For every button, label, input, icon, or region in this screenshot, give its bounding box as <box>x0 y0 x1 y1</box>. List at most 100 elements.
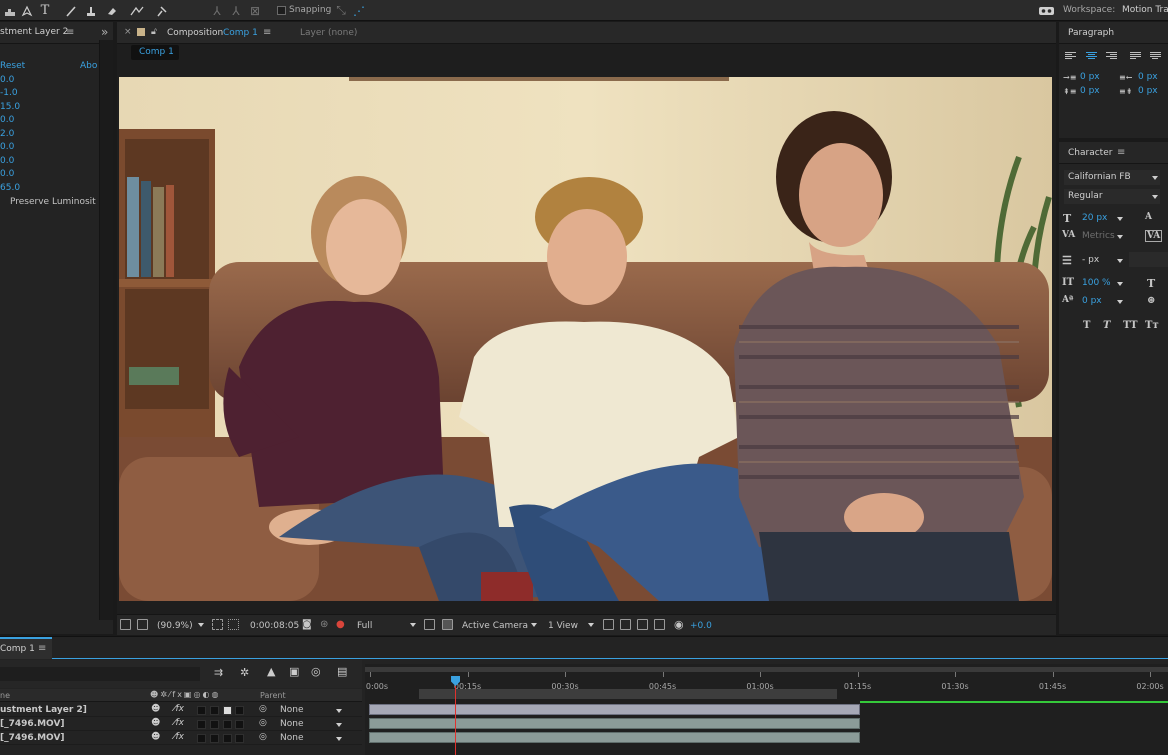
font-family-dropdown[interactable]: Californian FB <box>1064 170 1160 185</box>
align-left-icon[interactable] <box>1065 52 1076 61</box>
vertical-scale-value[interactable]: 100 % <box>1082 278 1111 288</box>
world-axis-icon[interactable]: ⅄ <box>229 2 243 19</box>
font-style-dropdown[interactable]: Regular <box>1064 189 1160 204</box>
composition-tab-name[interactable]: Comp 1 <box>223 28 258 38</box>
snap-features-icon[interactable]: ⋰ <box>352 2 366 19</box>
puppet-pin-tool-icon[interactable] <box>154 2 170 19</box>
exposure-value[interactable]: +0.0 <box>690 621 712 631</box>
clone-stamp-tool-icon[interactable] <box>83 2 99 19</box>
3d-layer-switch[interactable] <box>235 706 244 715</box>
effects-switch-icon[interactable]: ⁄fx <box>174 718 184 728</box>
snapping-checkbox[interactable] <box>277 6 286 15</box>
chevron-down-icon[interactable] <box>198 623 204 627</box>
justify-last-center-icon[interactable] <box>1150 52 1161 61</box>
effect-value[interactable]: -1.0 <box>0 88 18 98</box>
character-menu-icon[interactable]: ≡ <box>1117 147 1125 158</box>
always-preview-icon[interactable] <box>120 619 131 630</box>
align-right-icon[interactable] <box>1106 52 1117 61</box>
chevron-down-icon[interactable] <box>1117 282 1123 286</box>
draft-3d-icon[interactable]: ✲ <box>240 666 249 679</box>
baseline-shift-value[interactable]: 0 px <box>1082 296 1102 306</box>
timeline-icon[interactable] <box>637 619 648 630</box>
pick-whip-icon[interactable]: ◎ <box>259 704 267 714</box>
pick-whip-icon[interactable]: ◎ <box>259 718 267 728</box>
camera-dropdown[interactable]: Active Camera <box>462 621 528 631</box>
adjustment-layer-switch[interactable] <box>223 734 232 743</box>
preserve-luminosity-checkbox[interactable]: Preserve Luminosit <box>10 197 96 207</box>
hand-tool-icon[interactable] <box>2 2 18 19</box>
justify-last-left-icon[interactable] <box>1130 52 1141 61</box>
eraser-tool-icon[interactable] <box>104 2 120 19</box>
chevron-down-icon[interactable] <box>531 623 537 627</box>
reset-exposure-icon[interactable]: ◉ <box>674 618 684 631</box>
vr-headset-icon[interactable] <box>1037 2 1055 19</box>
playhead[interactable] <box>455 676 457 755</box>
effect-value[interactable]: 0.0 <box>0 142 14 152</box>
layer-row[interactable]: ustment Layer 2] ☻ ⁄fx ◎ None <box>0 704 362 717</box>
color-channels-icon[interactable]: ● <box>336 619 345 630</box>
about-link[interactable]: Abo <box>80 61 97 71</box>
effects-switch-icon[interactable]: ⁄fx <box>174 732 184 742</box>
stroke-style-dropdown[interactable] <box>1129 252 1168 267</box>
timeline-tab[interactable]: Comp 1 ≡ <box>0 637 52 659</box>
layer-search-input[interactable] <box>0 667 200 681</box>
motion-blur-switch[interactable] <box>210 720 219 729</box>
layer-duration-bar[interactable] <box>369 718 861 729</box>
chevron-down-icon[interactable] <box>1117 217 1123 221</box>
3d-layer-switch[interactable] <box>235 720 244 729</box>
effects-switch-icon[interactable]: ⁄fx <box>174 704 184 714</box>
paragraph-tab[interactable]: Paragraph <box>1068 28 1114 38</box>
effect-controls-tab[interactable]: stment Layer 2 <box>0 27 68 37</box>
parent-dropdown[interactable]: None <box>280 719 303 729</box>
comp-breadcrumb[interactable]: Comp 1 <box>131 45 179 60</box>
pen-tool-icon[interactable] <box>19 2 35 19</box>
kerning-value[interactable]: Metrics <box>1082 231 1115 241</box>
chevron-down-icon[interactable] <box>588 623 594 627</box>
panel-expand-icon[interactable]: » <box>101 25 108 39</box>
frame-blending-icon[interactable]: ▣ <box>289 665 299 678</box>
chevron-down-icon[interactable] <box>1117 300 1123 304</box>
space-after-value[interactable]: 0 px <box>1138 86 1158 96</box>
chevron-down-icon[interactable] <box>336 723 342 727</box>
layer-tab[interactable]: Layer (none) <box>300 28 357 38</box>
chevron-down-icon[interactable] <box>1117 259 1123 263</box>
faux-bold-button[interactable]: T <box>1083 320 1090 331</box>
composition-viewer[interactable] <box>119 77 1052 601</box>
current-timecode[interactable]: 0:00:08:05 <box>250 621 299 631</box>
graph-editor-icon[interactable]: ▤ <box>337 665 347 678</box>
composition-mini-flowchart-icon[interactable]: ⇉ <box>214 666 223 679</box>
effect-value[interactable]: 0.0 <box>0 156 14 166</box>
3d-layer-switch[interactable] <box>235 734 244 743</box>
composition-menu-icon[interactable]: ≡ <box>263 27 271 38</box>
small-caps-button[interactable]: Tт <box>1145 320 1159 331</box>
layer-row[interactable]: [_7496.MOV] ☻ ⁄fx ◎ None <box>0 718 362 731</box>
effect-value[interactable]: 2.0 <box>0 129 14 139</box>
frame-blend-switch[interactable] <box>197 706 206 715</box>
layer-duration-bar[interactable] <box>369 732 861 743</box>
parent-header[interactable]: Parent <box>260 691 286 700</box>
solo-icon[interactable]: ☻ <box>151 718 160 728</box>
leading-value[interactable]: - px <box>1082 255 1099 265</box>
workspace-value[interactable]: Motion Tra <box>1122 5 1168 15</box>
flowchart-icon[interactable] <box>654 619 665 630</box>
pick-whip-icon[interactable]: ◎ <box>259 732 267 742</box>
fast-previews-icon[interactable] <box>620 619 631 630</box>
view-layout-dropdown[interactable]: 1 View <box>548 621 578 631</box>
effect-value[interactable]: 15.0 <box>0 102 20 112</box>
parent-dropdown[interactable]: None <box>280 733 303 743</box>
show-snapshot-icon[interactable]: ⊛ <box>320 619 328 630</box>
snap-edges-icon[interactable]: ⤡ <box>334 2 348 19</box>
mask-visibility-icon[interactable] <box>228 619 239 630</box>
brush-tool-icon[interactable] <box>63 2 79 19</box>
timeline-graph[interactable]: 0:00s 00:15s 00:30s 00:45s 01:00s 01:15s 01:30… <box>365 664 1168 755</box>
roto-brush-tool-icon[interactable] <box>128 2 146 19</box>
effect-value[interactable]: 0.0 <box>0 115 14 125</box>
chevron-down-icon[interactable] <box>1117 235 1123 239</box>
lock-icon[interactable]: 🔓︎ <box>151 27 157 37</box>
frame-blend-switch[interactable] <box>197 720 206 729</box>
toggle-pixel-aspect-icon[interactable] <box>603 619 614 630</box>
layer-duration-bar[interactable] <box>369 704 861 715</box>
parent-dropdown[interactable]: None <box>280 705 303 715</box>
motion-blur-switch[interactable] <box>210 734 219 743</box>
shy-layers-icon[interactable]: ▲ <box>267 665 275 678</box>
